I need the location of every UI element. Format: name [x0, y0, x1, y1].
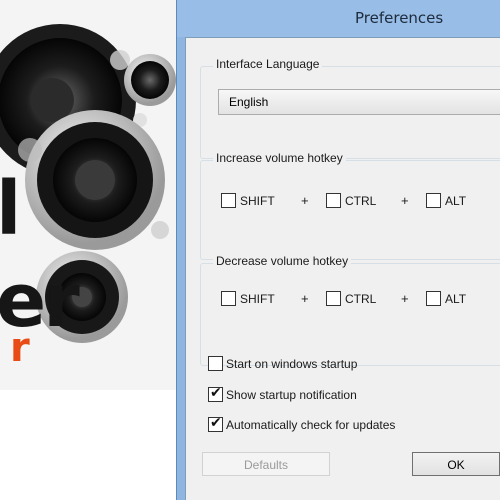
decrease-hotkey-title: Decrease volume hotkey: [213, 254, 352, 268]
increase-hotkey-row: SHIFT + CTRL + ALT: [221, 193, 500, 211]
artwork-letters: l er: [0, 166, 80, 344]
language-group-title: Interface Language: [213, 57, 323, 71]
decrease-alt-label[interactable]: ALT: [445, 292, 466, 306]
ok-button[interactable]: OK: [412, 452, 500, 476]
increase-ctrl-label[interactable]: CTRL: [345, 194, 376, 208]
notification-option: ✔ Show startup notification: [208, 385, 500, 405]
updates-checkbox[interactable]: ✔: [208, 415, 223, 432]
decrease-hotkey-row: SHIFT + CTRL + ALT: [221, 291, 500, 309]
plus-sign: +: [301, 291, 309, 306]
startup-option: Start on windows startup: [208, 356, 500, 374]
plus-sign: +: [401, 193, 409, 208]
defaults-button[interactable]: Defaults: [202, 452, 330, 476]
checkmark-icon: ✔: [210, 385, 222, 401]
window-title: Preferences: [355, 9, 444, 27]
artwork-subtext: r: [10, 325, 30, 371]
increase-shift-label[interactable]: SHIFT: [240, 194, 275, 208]
decrease-shift-label[interactable]: SHIFT: [240, 292, 275, 306]
background-app-blank: [0, 390, 178, 500]
decrease-alt-checkbox[interactable]: [426, 291, 441, 306]
updates-label[interactable]: Automatically check for updates: [226, 418, 395, 432]
decrease-ctrl-checkbox[interactable]: [326, 291, 341, 306]
increase-ctrl-checkbox[interactable]: [326, 193, 341, 208]
increase-alt-checkbox[interactable]: [426, 193, 441, 208]
notification-label[interactable]: Show startup notification: [226, 388, 357, 402]
decrease-shift-checkbox[interactable]: [221, 291, 236, 306]
startup-checkbox[interactable]: [208, 356, 223, 371]
startup-label[interactable]: Start on windows startup: [226, 357, 357, 371]
decrease-hotkey-group: Decrease volume hotkey: [200, 254, 500, 366]
preferences-window: Preferences Interface Language English I…: [176, 0, 500, 500]
increase-hotkey-title: Increase volume hotkey: [213, 151, 346, 165]
title-bar[interactable]: Preferences: [177, 0, 500, 37]
updates-option: ✔ Automatically check for updates: [208, 415, 500, 435]
plus-sign: +: [401, 291, 409, 306]
increase-alt-label[interactable]: ALT: [445, 194, 466, 208]
dialog-client-area: Interface Language English Increase volu…: [185, 37, 500, 500]
background-app-artwork: l er r: [0, 0, 178, 390]
plus-sign: +: [301, 193, 309, 208]
language-select[interactable]: English: [218, 89, 500, 115]
notification-checkbox[interactable]: ✔: [208, 385, 223, 402]
checkmark-icon: ✔: [210, 415, 222, 431]
decrease-ctrl-label[interactable]: CTRL: [345, 292, 376, 306]
increase-shift-checkbox[interactable]: [221, 193, 236, 208]
